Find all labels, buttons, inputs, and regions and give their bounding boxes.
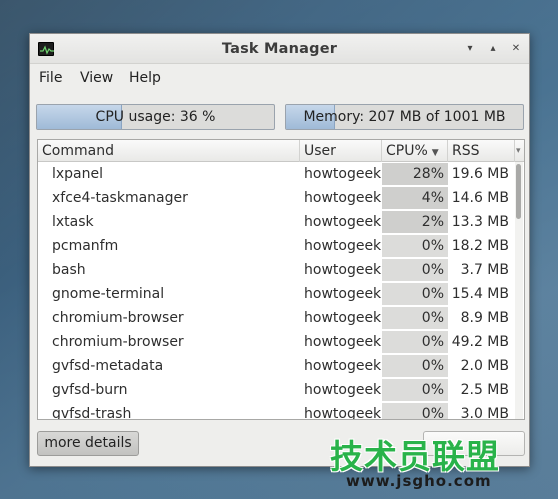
process-command: gvfsd-metadata <box>52 358 164 374</box>
process-cpu-value: 2% <box>421 214 444 230</box>
process-cpu: 0% <box>382 330 448 354</box>
process-rss: 49.2 MB <box>451 334 509 350</box>
column-header-rss[interactable]: RSS <box>448 140 515 162</box>
process-cpu-value: 0% <box>421 382 444 398</box>
column-header-cpu[interactable]: CPU% ▼ <box>382 140 448 162</box>
column-header-command[interactable]: Command <box>38 140 300 162</box>
sort-descending-icon: ▼ <box>431 148 439 158</box>
column-header-cpu-label: CPU% <box>386 143 428 159</box>
process-command: chromium-browser <box>52 310 184 326</box>
process-rss: 3.7 MB <box>460 262 509 278</box>
process-cpu: 4% <box>382 186 448 210</box>
process-cpu-value: 0% <box>421 310 444 326</box>
maximize-icon[interactable]: ▴ <box>486 42 500 56</box>
process-cpu-value: 0% <box>421 286 444 302</box>
process-rss: 2.0 MB <box>460 358 509 374</box>
column-header-rss-label: RSS <box>452 143 480 159</box>
process-user: howtogeek <box>304 382 382 398</box>
process-cpu-value: 0% <box>421 358 444 374</box>
process-user: howtogeek <box>304 238 382 254</box>
process-rss: 8.9 MB <box>460 310 509 326</box>
process-user: howtogeek <box>304 190 382 206</box>
process-user: howtogeek <box>304 262 382 278</box>
process-command: gnome-terminal <box>52 286 165 302</box>
process-user: howtogeek <box>304 406 382 420</box>
close-icon[interactable]: ✕ <box>509 42 523 56</box>
menu-view[interactable]: View <box>80 68 113 88</box>
more-details-button[interactable]: more details <box>37 431 139 456</box>
process-cpu-value: 4% <box>421 190 444 206</box>
menu-file[interactable]: File <box>39 68 62 88</box>
column-header-command-label: Command <box>42 143 114 159</box>
process-cpu: 28% <box>382 162 448 186</box>
process-rss: 13.3 MB <box>451 214 509 230</box>
process-rss: 18.2 MB <box>451 238 509 254</box>
table-row[interactable]: chromium-browser howtogeek 0% 8.9 MB <box>38 306 522 330</box>
cpu-usage-bar: CPU usage: 36 % <box>36 104 275 130</box>
memory-usage-bar: Memory: 207 MB of 1001 MB used <box>285 104 524 130</box>
process-cpu: 0% <box>382 402 448 420</box>
table-row[interactable]: xfce4-taskmanager howtogeek 4% 14.6 MB <box>38 186 522 210</box>
process-cpu: 0% <box>382 282 448 306</box>
table-row[interactable]: gvfsd-trash howtogeek 0% 3.0 MB <box>38 402 522 420</box>
menu-help[interactable]: Help <box>129 68 161 88</box>
process-rss: 19.6 MB <box>451 166 509 182</box>
process-user: howtogeek <box>304 310 382 326</box>
process-rss: 15.4 MB <box>451 286 509 302</box>
table-header: Command User CPU% ▼ RSS ▾ <box>38 140 524 162</box>
minimize-icon[interactable]: ▾ <box>463 42 477 56</box>
column-header-user-label: User <box>304 143 336 159</box>
memory-usage-label: Memory: 207 MB of 1001 MB used <box>303 109 506 125</box>
process-command: lxtask <box>52 214 94 230</box>
table-row[interactable]: gvfsd-metadata howtogeek 0% 2.0 MB <box>38 354 522 378</box>
task-manager-window: Task Manager ▾ ▴ ✕ File View Help CPU us… <box>29 33 530 467</box>
vertical-scrollbar[interactable] <box>515 162 523 419</box>
window-title: Task Manager <box>221 41 338 57</box>
process-user: howtogeek <box>304 334 382 350</box>
process-rss: 2.5 MB <box>460 382 509 398</box>
table-row[interactable]: pcmanfm howtogeek 0% 18.2 MB <box>38 234 522 258</box>
process-cpu: 0% <box>382 258 448 282</box>
process-table: Command User CPU% ▼ RSS ▾ lxpanel howtogee… <box>37 139 525 420</box>
table-row[interactable]: bash howtogeek 0% 3.7 MB <box>38 258 522 282</box>
column-header-user[interactable]: User <box>300 140 382 162</box>
process-cpu-value: 0% <box>421 262 444 278</box>
process-command: xfce4-taskmanager <box>52 190 188 206</box>
watermark-logo-text: 技术员联盟 <box>330 437 500 476</box>
table-row[interactable]: chromium-browser howtogeek 0% 49.2 MB <box>38 330 522 354</box>
process-command: gvfsd-trash <box>52 406 132 420</box>
table-body: lxpanel howtogeek 28% 19.6 MB xfce4-taskmana… <box>38 162 524 420</box>
process-command: gvfsd-burn <box>52 382 128 398</box>
process-rss: 14.6 MB <box>451 190 509 206</box>
process-cpu: 0% <box>382 234 448 258</box>
process-cpu: 0% <box>382 306 448 330</box>
process-rss: 3.0 MB <box>460 406 509 420</box>
column-overflow-icon: ▾ <box>516 146 521 156</box>
watermark-url: www.jsgho.com <box>346 472 492 490</box>
process-user: howtogeek <box>304 166 382 182</box>
process-cpu: 2% <box>382 210 448 234</box>
process-command: chromium-browser <box>52 334 184 350</box>
process-cpu-value: 0% <box>421 334 444 350</box>
title-bar[interactable]: Task Manager ▾ ▴ ✕ <box>30 34 529 64</box>
process-user: howtogeek <box>304 358 382 374</box>
process-command: bash <box>52 262 86 278</box>
process-user: howtogeek <box>304 286 382 302</box>
table-row[interactable]: gvfsd-burn howtogeek 0% 2.5 MB <box>38 378 522 402</box>
process-cpu-value: 28% <box>412 166 444 182</box>
process-cpu: 0% <box>382 378 448 402</box>
table-row[interactable]: gnome-terminal howtogeek 0% 15.4 MB <box>38 282 522 306</box>
scrollbar-thumb[interactable] <box>516 164 521 219</box>
process-cpu: 0% <box>382 354 448 378</box>
cpu-usage-label: CPU usage: 36 % <box>95 109 216 125</box>
process-user: howtogeek <box>304 214 382 230</box>
table-row[interactable]: lxtask howtogeek 2% 13.3 MB <box>38 210 522 234</box>
process-cpu-value: 0% <box>421 238 444 254</box>
menu-bar: File View Help <box>30 65 529 89</box>
table-row[interactable]: lxpanel howtogeek 28% 19.6 MB <box>38 162 522 186</box>
process-command: lxpanel <box>52 166 104 182</box>
process-cpu-value: 0% <box>421 406 444 420</box>
process-command: pcmanfm <box>52 238 119 254</box>
